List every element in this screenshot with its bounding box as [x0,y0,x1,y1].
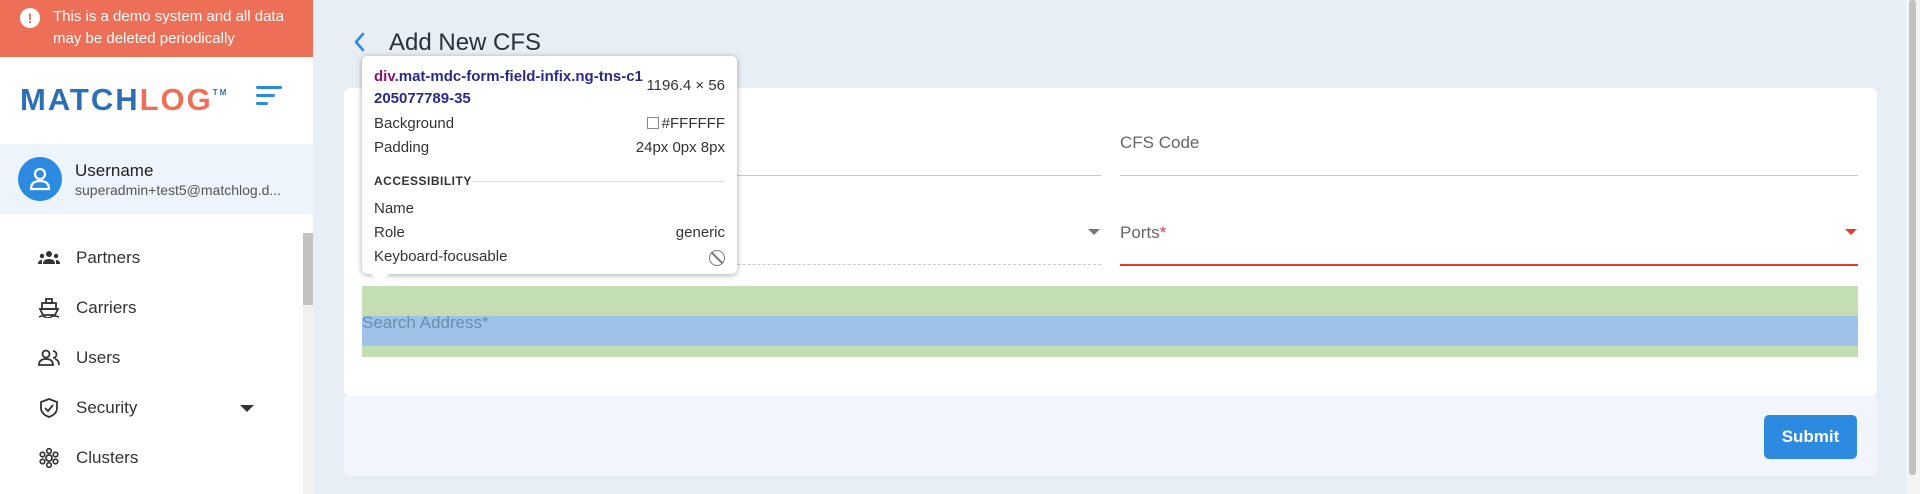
page-scrollbar-thumb[interactable] [1909,0,1916,475]
tooltip-pointer [370,273,390,283]
sidebar-item-label: Partners [76,248,141,267]
cfs-code-label[interactable]: CFS Code [1120,133,1199,153]
sidebar: ! This is a demo system and all data may… [0,0,313,494]
search-address-label[interactable]: Search Address* [362,313,489,333]
ports-field[interactable] [1120,264,1858,266]
inspector-name-row: Name [374,200,415,217]
sidebar-item-label: Carriers [76,298,137,317]
inspector-dimensions: 1196.4 × 56 [646,77,725,94]
warning-icon: ! [20,8,40,28]
inspector-background-row: Background #FFFFFF [374,115,725,132]
form-card-footer [344,396,1877,476]
user-email: superadmin+test5@matchlog.d... [75,182,282,198]
dropdown-arrow-icon[interactable] [1088,229,1100,235]
not-focusable-icon [709,250,725,266]
page-scrollbar[interactable] [1906,0,1920,494]
devtools-inspect-tooltip: div.mat-mdc-form-field-infix.ng-tns-c120… [362,56,737,274]
sidebar-item-label: Security [76,398,138,417]
shield-icon [40,398,58,418]
inspector-role-row: Role generic [374,224,725,241]
user-name: Username [75,161,154,180]
ports-label[interactable]: Ports* [1120,223,1166,243]
ports-dropdown-arrow-icon[interactable] [1845,229,1857,235]
inspector-selector: div.mat-mdc-form-field-infix.ng-tns-c120… [374,68,643,107]
sidebar-item-label: Users [76,348,121,367]
sidebar-item-partners[interactable]: Partners [0,234,303,282]
user-profile-card[interactable]: Username superadmin+test5@matchlog.d... [0,144,313,214]
sidebar-item-security[interactable]: Security [0,384,303,432]
matchlog-logo[interactable]: MATCHLOGTM [20,82,228,122]
inspector-accessibility-heading: ACCESSIBILITY [374,174,725,188]
inspector-padding-row: Padding 24px 0px 8px [374,139,725,156]
user-icon [29,167,51,191]
users-icon [38,349,60,366]
page-title: Add New CFS [389,29,542,56]
sidebar-item-label: Clusters [76,448,139,467]
submit-button[interactable]: Submit [1764,415,1857,459]
chevron-down-icon[interactable] [240,405,254,412]
back-arrow-icon[interactable] [350,30,370,54]
demo-warning-text: This is a demo system and all data may b… [53,8,284,47]
sidebar-item-users[interactable]: Users [0,334,303,382]
search-address-infix-highlight[interactable] [362,316,1858,346]
sidebar-scrollbar-thumb[interactable] [303,233,313,305]
inspector-focusable-row: Keyboard-focusable [374,248,725,268]
sidebar-item-carriers[interactable]: Carriers [0,284,303,332]
ship-icon [38,298,60,318]
sidebar-scrollbar[interactable] [303,233,313,494]
avatar [18,157,62,201]
sidebar-item-clusters[interactable]: Clusters [0,434,303,482]
partners-icon [38,251,60,264]
color-swatch-icon [646,117,659,129]
cfs-code-field[interactable] [1120,175,1858,176]
clusters-icon [39,448,59,468]
menu-toggle-icon[interactable] [256,86,282,108]
demo-warning-banner: ! This is a demo system and all data may… [0,0,313,57]
